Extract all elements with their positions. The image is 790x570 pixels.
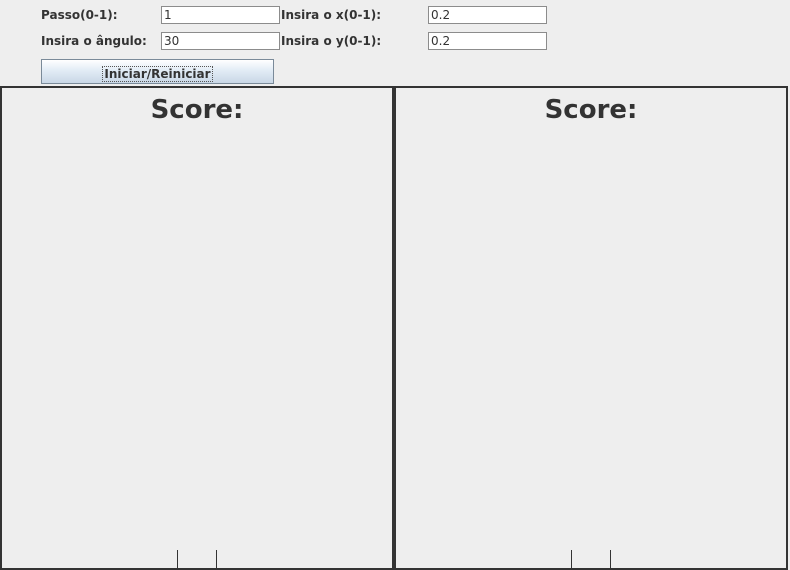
- y-input[interactable]: [428, 32, 547, 50]
- start-restart-button-label: Iniciar/Reiniciar: [102, 65, 213, 82]
- angle-label: Insira o ângulo:: [41, 34, 147, 48]
- game-panel-left[interactable]: Score:: [0, 86, 394, 570]
- paddle: [571, 550, 611, 568]
- score-label: Score:: [150, 95, 244, 125]
- y-label: Insira o y(0-1):: [281, 34, 382, 48]
- angle-input[interactable]: [161, 32, 280, 50]
- game-panel-right[interactable]: Score:: [394, 86, 788, 570]
- x-label: Insira o x(0-1):: [281, 8, 382, 22]
- paddle: [177, 550, 217, 568]
- x-input[interactable]: [428, 6, 547, 24]
- step-input[interactable]: [161, 6, 280, 24]
- step-label: Passo(0-1):: [41, 8, 118, 22]
- start-restart-button[interactable]: Iniciar/Reiniciar: [41, 59, 274, 84]
- score-label: Score:: [544, 95, 638, 125]
